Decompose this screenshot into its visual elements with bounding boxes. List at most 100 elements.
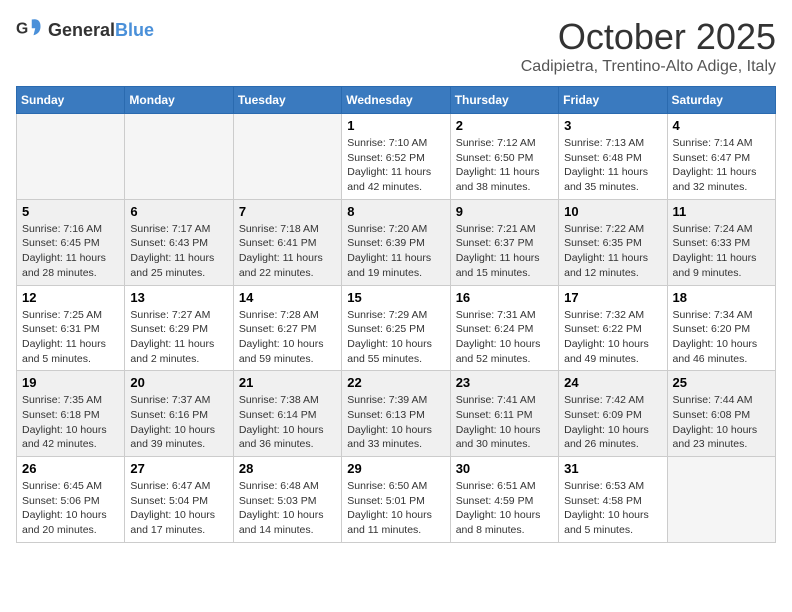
- table-row: 6 Sunrise: 7:17 AMSunset: 6:43 PMDaylight…: [125, 199, 233, 285]
- day-info: Sunrise: 7:41 AMSunset: 6:11 PMDaylight:…: [456, 393, 553, 452]
- header-sunday: Sunday: [17, 87, 125, 114]
- day-info: Sunrise: 6:51 AMSunset: 4:59 PMDaylight:…: [456, 479, 553, 538]
- day-number: 17: [564, 290, 661, 305]
- table-row: 9 Sunrise: 7:21 AMSunset: 6:37 PMDaylight…: [450, 199, 558, 285]
- day-info: Sunrise: 7:12 AMSunset: 6:50 PMDaylight:…: [456, 136, 553, 195]
- table-row: 10 Sunrise: 7:22 AMSunset: 6:35 PMDayligh…: [559, 199, 667, 285]
- day-info: Sunrise: 7:21 AMSunset: 6:37 PMDaylight:…: [456, 222, 553, 281]
- table-row: 19 Sunrise: 7:35 AMSunset: 6:18 PMDayligh…: [17, 371, 125, 457]
- table-row: 3Sunrise: 7:13 AMSunset: 6:48 PMDaylight…: [559, 114, 667, 200]
- logo-icon: G: [16, 16, 44, 44]
- table-row: 24 Sunrise: 7:42 AMSunset: 6:09 PMDayligh…: [559, 371, 667, 457]
- table-row: 5 Sunrise: 7:16 AMSunset: 6:45 PMDaylight…: [17, 199, 125, 285]
- logo: G GeneralBlue: [16, 16, 154, 44]
- day-info: Sunrise: 7:18 AMSunset: 6:41 PMDaylight:…: [239, 222, 336, 281]
- table-row: 18 Sunrise: 7:34 AMSunset: 6:20 PMDayligh…: [667, 285, 775, 371]
- day-number: 19: [22, 375, 119, 390]
- table-row: 12Sunrise: 7:25 AMSunset: 6:31 PMDayligh…: [17, 285, 125, 371]
- logo-blue: Blue: [115, 20, 154, 40]
- day-number: 3: [564, 118, 661, 133]
- day-number: 4: [673, 118, 770, 133]
- day-info: Sunrise: 6:47 AMSunset: 5:04 PMDaylight:…: [130, 479, 227, 538]
- day-number: 10: [564, 204, 661, 219]
- day-number: 7: [239, 204, 336, 219]
- day-info: Sunrise: 7:17 AMSunset: 6:43 PMDaylight:…: [130, 222, 227, 281]
- table-row: 11 Sunrise: 7:24 AMSunset: 6:33 PMDayligh…: [667, 199, 775, 285]
- calendar-week-row: 1Sunrise: 7:10 AMSunset: 6:52 PMDaylight…: [17, 114, 776, 200]
- day-number: 9: [456, 204, 553, 219]
- day-info: Sunrise: 7:32 AMSunset: 6:22 PMDaylight:…: [564, 308, 661, 367]
- weekday-header-row: Sunday Monday Tuesday Wednesday Thursday…: [17, 87, 776, 114]
- day-info: Sunrise: 7:42 AMSunset: 6:09 PMDaylight:…: [564, 393, 661, 452]
- table-row: 17 Sunrise: 7:32 AMSunset: 6:22 PMDayligh…: [559, 285, 667, 371]
- table-row: [17, 114, 125, 200]
- day-number: 12: [22, 290, 119, 305]
- day-number: 18: [673, 290, 770, 305]
- day-number: 6: [130, 204, 227, 219]
- table-row: 16Sunrise: 7:31 AMSunset: 6:24 PMDayligh…: [450, 285, 558, 371]
- table-row: 26Sunrise: 6:45 AMSunset: 5:06 PMDayligh…: [17, 457, 125, 543]
- table-row: 28 Sunrise: 6:48 AMSunset: 5:03 PMDayligh…: [233, 457, 341, 543]
- day-number: 27: [130, 461, 227, 476]
- day-info: Sunrise: 7:31 AMSunset: 6:24 PMDaylight:…: [456, 308, 553, 367]
- table-row: 22Sunrise: 7:39 AMSunset: 6:13 PMDayligh…: [342, 371, 450, 457]
- table-row: [125, 114, 233, 200]
- day-info: Sunrise: 7:34 AMSunset: 6:20 PMDaylight:…: [673, 308, 770, 367]
- table-row: 21Sunrise: 7:38 AMSunset: 6:14 PMDayligh…: [233, 371, 341, 457]
- day-number: 24: [564, 375, 661, 390]
- table-row: [667, 457, 775, 543]
- calendar-week-row: 26Sunrise: 6:45 AMSunset: 5:06 PMDayligh…: [17, 457, 776, 543]
- logo-text: GeneralBlue: [48, 20, 154, 41]
- calendar-week-row: 19 Sunrise: 7:35 AMSunset: 6:18 PMDayligh…: [17, 371, 776, 457]
- day-number: 11: [673, 204, 770, 219]
- day-number: 31: [564, 461, 661, 476]
- day-info: Sunrise: 7:24 AMSunset: 6:33 PMDaylight:…: [673, 222, 770, 281]
- table-row: 15 Sunrise: 7:29 AMSunset: 6:25 PMDayligh…: [342, 285, 450, 371]
- header-saturday: Saturday: [667, 87, 775, 114]
- table-row: 14Sunrise: 7:28 AMSunset: 6:27 PMDayligh…: [233, 285, 341, 371]
- table-row: 13 Sunrise: 7:27 AMSunset: 6:29 PMDayligh…: [125, 285, 233, 371]
- table-row: 20Sunrise: 7:37 AMSunset: 6:16 PMDayligh…: [125, 371, 233, 457]
- day-info: Sunrise: 7:27 AMSunset: 6:29 PMDaylight:…: [130, 308, 227, 367]
- day-number: 15: [347, 290, 444, 305]
- table-row: 8Sunrise: 7:20 AMSunset: 6:39 PMDaylight…: [342, 199, 450, 285]
- table-row: [233, 114, 341, 200]
- day-number: 25: [673, 375, 770, 390]
- header-wednesday: Wednesday: [342, 87, 450, 114]
- day-info: Sunrise: 7:16 AMSunset: 6:45 PMDaylight:…: [22, 222, 119, 281]
- table-row: 27 Sunrise: 6:47 AMSunset: 5:04 PMDayligh…: [125, 457, 233, 543]
- day-number: 29: [347, 461, 444, 476]
- header-tuesday: Tuesday: [233, 87, 341, 114]
- day-info: Sunrise: 7:20 AMSunset: 6:39 PMDaylight:…: [347, 222, 444, 281]
- page-header: G GeneralBlue October 2025 Cadipietra, T…: [16, 16, 776, 76]
- svg-text:G: G: [16, 21, 28, 38]
- day-number: 26: [22, 461, 119, 476]
- day-info: Sunrise: 7:29 AMSunset: 6:25 PMDaylight:…: [347, 308, 444, 367]
- day-number: 13: [130, 290, 227, 305]
- day-number: 2: [456, 118, 553, 133]
- day-info: Sunrise: 7:39 AMSunset: 6:13 PMDaylight:…: [347, 393, 444, 452]
- logo-general: General: [48, 20, 115, 40]
- day-number: 5: [22, 204, 119, 219]
- calendar-week-row: 5 Sunrise: 7:16 AMSunset: 6:45 PMDaylight…: [17, 199, 776, 285]
- table-row: 4 Sunrise: 7:14 AMSunset: 6:47 PMDaylight…: [667, 114, 775, 200]
- day-info: Sunrise: 7:10 AMSunset: 6:52 PMDaylight:…: [347, 136, 444, 195]
- day-info: Sunrise: 7:14 AMSunset: 6:47 PMDaylight:…: [673, 136, 770, 195]
- day-info: Sunrise: 7:44 AMSunset: 6:08 PMDaylight:…: [673, 393, 770, 452]
- day-info: Sunrise: 7:37 AMSunset: 6:16 PMDaylight:…: [130, 393, 227, 452]
- table-row: 30Sunrise: 6:51 AMSunset: 4:59 PMDayligh…: [450, 457, 558, 543]
- header-monday: Monday: [125, 87, 233, 114]
- day-info: Sunrise: 7:28 AMSunset: 6:27 PMDaylight:…: [239, 308, 336, 367]
- table-row: 29 Sunrise: 6:50 AMSunset: 5:01 PMDayligh…: [342, 457, 450, 543]
- day-number: 28: [239, 461, 336, 476]
- header-friday: Friday: [559, 87, 667, 114]
- table-row: 2 Sunrise: 7:12 AMSunset: 6:50 PMDaylight…: [450, 114, 558, 200]
- title-block: October 2025 Cadipietra, Trentino-Alto A…: [521, 16, 776, 76]
- day-info: Sunrise: 6:50 AMSunset: 5:01 PMDaylight:…: [347, 479, 444, 538]
- table-row: 7 Sunrise: 7:18 AMSunset: 6:41 PMDaylight…: [233, 199, 341, 285]
- day-info: Sunrise: 7:22 AMSunset: 6:35 PMDaylight:…: [564, 222, 661, 281]
- day-info: Sunrise: 6:48 AMSunset: 5:03 PMDaylight:…: [239, 479, 336, 538]
- day-info: Sunrise: 6:53 AMSunset: 4:58 PMDaylight:…: [564, 479, 661, 538]
- day-info: Sunrise: 7:38 AMSunset: 6:14 PMDaylight:…: [239, 393, 336, 452]
- day-info: Sunrise: 7:35 AMSunset: 6:18 PMDaylight:…: [22, 393, 119, 452]
